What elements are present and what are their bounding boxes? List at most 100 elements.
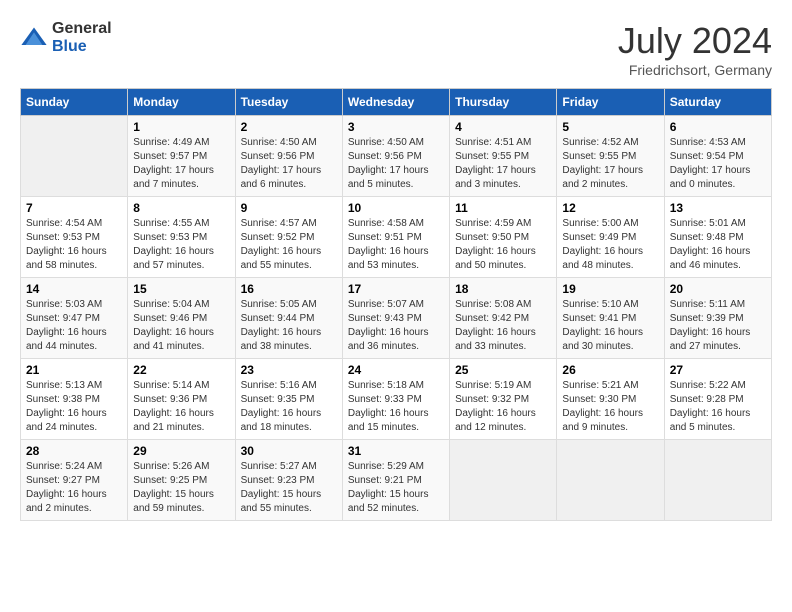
weekday-header-saturday: Saturday <box>664 89 771 116</box>
day-info: Sunrise: 4:57 AM Sunset: 9:52 PM Dayligh… <box>241 217 337 273</box>
calendar-cell: 14Sunrise: 5:03 AM Sunset: 9:47 PM Dayli… <box>21 278 128 359</box>
calendar-cell: 24 Sunrise: 5:18 AM Sunset: 9:33 PM Dayli… <box>342 359 449 440</box>
day-number: 29 <box>133 444 229 458</box>
calendar-cell: 5 Sunrise: 4:52 AM Sunset: 9:55 PM Daylig… <box>557 116 664 197</box>
day-info: Sunrise: 5:29 AM Sunset: 9:21 PM Dayligh… <box>348 460 444 516</box>
day-number: 30 <box>241 444 337 458</box>
day-info: Sunrise: 5:11 AM Sunset: 9:39 PM Dayligh… <box>670 298 766 354</box>
day-number: 31 <box>348 444 444 458</box>
calendar-cell: 22Sunrise: 5:14 AM Sunset: 9:36 PM Dayli… <box>128 359 235 440</box>
day-info: Sunrise: 5:01 AM Sunset: 9:48 PM Dayligh… <box>670 217 766 273</box>
day-number: 23 <box>241 363 337 377</box>
day-number: 5 <box>562 120 658 134</box>
calendar-cell: 21 Sunrise: 5:13 AM Sunset: 9:38 PM Dayli… <box>21 359 128 440</box>
day-number: 8 <box>133 201 229 215</box>
logo-general: General <box>52 20 112 38</box>
calendar-cell: 27Sunrise: 5:22 AM Sunset: 9:28 PM Dayli… <box>664 359 771 440</box>
day-number: 6 <box>670 120 766 134</box>
day-info: Sunrise: 5:21 AM Sunset: 9:30 PM Dayligh… <box>562 379 658 435</box>
calendar-cell: 19 Sunrise: 5:10 AM Sunset: 9:41 PM Dayli… <box>557 278 664 359</box>
day-info: Sunrise: 5:00 AM Sunset: 9:49 PM Dayligh… <box>562 217 658 273</box>
calendar-cell: 28 Sunrise: 5:24 AM Sunset: 9:27 PM Dayli… <box>21 440 128 521</box>
day-info: Sunrise: 5:13 AM Sunset: 9:38 PM Dayligh… <box>26 379 122 435</box>
calendar-cell: 6 Sunrise: 4:53 AM Sunset: 9:54 PM Daylig… <box>664 116 771 197</box>
calendar-cell <box>21 116 128 197</box>
day-info: Sunrise: 5:18 AM Sunset: 9:33 PM Dayligh… <box>348 379 444 435</box>
calendar-week-4: 21 Sunrise: 5:13 AM Sunset: 9:38 PM Dayli… <box>21 359 772 440</box>
day-info: Sunrise: 4:55 AM Sunset: 9:53 PM Dayligh… <box>133 217 229 273</box>
day-info: Sunrise: 5:19 AM Sunset: 9:32 PM Dayligh… <box>455 379 551 435</box>
day-number: 7 <box>26 201 122 215</box>
day-number: 28 <box>26 444 122 458</box>
day-number: 21 <box>26 363 122 377</box>
day-info: Sunrise: 5:16 AM Sunset: 9:35 PM Dayligh… <box>241 379 337 435</box>
day-info: Sunrise: 4:59 AM Sunset: 9:50 PM Dayligh… <box>455 217 551 273</box>
day-info: Sunrise: 4:52 AM Sunset: 9:55 PM Dayligh… <box>562 136 658 192</box>
month-title: July 2024 <box>618 20 772 62</box>
day-number: 1 <box>133 120 229 134</box>
day-info: Sunrise: 4:53 AM Sunset: 9:54 PM Dayligh… <box>670 136 766 192</box>
calendar-cell: 12 Sunrise: 5:00 AM Sunset: 9:49 PM Dayli… <box>557 197 664 278</box>
calendar-cell: 1 Sunrise: 4:49 AM Sunset: 9:57 PM Daylig… <box>128 116 235 197</box>
day-info: Sunrise: 4:50 AM Sunset: 9:56 PM Dayligh… <box>241 136 337 192</box>
weekday-header-friday: Friday <box>557 89 664 116</box>
logo-icon <box>20 24 48 52</box>
calendar-week-3: 14Sunrise: 5:03 AM Sunset: 9:47 PM Dayli… <box>21 278 772 359</box>
title-block: July 2024 Friedrichsort, Germany <box>618 20 772 78</box>
calendar-cell: 18 Sunrise: 5:08 AM Sunset: 9:42 PM Dayli… <box>450 278 557 359</box>
day-number: 25 <box>455 363 551 377</box>
day-info: Sunrise: 5:03 AM Sunset: 9:47 PM Dayligh… <box>26 298 122 354</box>
weekday-header-monday: Monday <box>128 89 235 116</box>
day-number: 24 <box>348 363 444 377</box>
day-number: 3 <box>348 120 444 134</box>
calendar-cell: 8 Sunrise: 4:55 AM Sunset: 9:53 PM Daylig… <box>128 197 235 278</box>
calendar-cell: 26Sunrise: 5:21 AM Sunset: 9:30 PM Dayli… <box>557 359 664 440</box>
day-info: Sunrise: 5:24 AM Sunset: 9:27 PM Dayligh… <box>26 460 122 516</box>
page-header: General Blue July 2024 Friedrichsort, Ge… <box>20 20 772 78</box>
day-number: 12 <box>562 201 658 215</box>
calendar-cell: 10 Sunrise: 4:58 AM Sunset: 9:51 PM Dayli… <box>342 197 449 278</box>
calendar-table: SundayMondayTuesdayWednesdayThursdayFrid… <box>20 88 772 521</box>
calendar-cell: 20 Sunrise: 5:11 AM Sunset: 9:39 PM Dayli… <box>664 278 771 359</box>
calendar-week-1: 1 Sunrise: 4:49 AM Sunset: 9:57 PM Daylig… <box>21 116 772 197</box>
calendar-cell: 13 Sunrise: 5:01 AM Sunset: 9:48 PM Dayli… <box>664 197 771 278</box>
day-number: 13 <box>670 201 766 215</box>
calendar-cell: 7 Sunrise: 4:54 AM Sunset: 9:53 PM Daylig… <box>21 197 128 278</box>
day-number: 10 <box>348 201 444 215</box>
day-info: Sunrise: 4:58 AM Sunset: 9:51 PM Dayligh… <box>348 217 444 273</box>
day-info: Sunrise: 5:08 AM Sunset: 9:42 PM Dayligh… <box>455 298 551 354</box>
day-number: 27 <box>670 363 766 377</box>
calendar-cell: 3Sunrise: 4:50 AM Sunset: 9:56 PM Daylig… <box>342 116 449 197</box>
day-number: 17 <box>348 282 444 296</box>
day-info: Sunrise: 5:10 AM Sunset: 9:41 PM Dayligh… <box>562 298 658 354</box>
day-info: Sunrise: 4:54 AM Sunset: 9:53 PM Dayligh… <box>26 217 122 273</box>
calendar-cell <box>450 440 557 521</box>
day-number: 18 <box>455 282 551 296</box>
calendar-cell: 11 Sunrise: 4:59 AM Sunset: 9:50 PM Dayli… <box>450 197 557 278</box>
day-info: Sunrise: 5:27 AM Sunset: 9:23 PM Dayligh… <box>241 460 337 516</box>
day-info: Sunrise: 5:05 AM Sunset: 9:44 PM Dayligh… <box>241 298 337 354</box>
day-number: 2 <box>241 120 337 134</box>
weekday-header-thursday: Thursday <box>450 89 557 116</box>
logo-blue: Blue <box>52 38 112 56</box>
day-number: 20 <box>670 282 766 296</box>
calendar-cell: 17 Sunrise: 5:07 AM Sunset: 9:43 PM Dayli… <box>342 278 449 359</box>
calendar-cell: 31 Sunrise: 5:29 AM Sunset: 9:21 PM Dayli… <box>342 440 449 521</box>
day-number: 22 <box>133 363 229 377</box>
day-info: Sunrise: 4:49 AM Sunset: 9:57 PM Dayligh… <box>133 136 229 192</box>
calendar-cell: 16 Sunrise: 5:05 AM Sunset: 9:44 PM Dayli… <box>235 278 342 359</box>
calendar-cell: 4Sunrise: 4:51 AM Sunset: 9:55 PM Daylig… <box>450 116 557 197</box>
calendar-cell: 23 Sunrise: 5:16 AM Sunset: 9:35 PM Dayli… <box>235 359 342 440</box>
calendar-cell: 9Sunrise: 4:57 AM Sunset: 9:52 PM Daylig… <box>235 197 342 278</box>
day-number: 16 <box>241 282 337 296</box>
day-info: Sunrise: 4:51 AM Sunset: 9:55 PM Dayligh… <box>455 136 551 192</box>
calendar-cell: 15Sunrise: 5:04 AM Sunset: 9:46 PM Dayli… <box>128 278 235 359</box>
weekday-header-wednesday: Wednesday <box>342 89 449 116</box>
day-info: Sunrise: 5:26 AM Sunset: 9:25 PM Dayligh… <box>133 460 229 516</box>
day-number: 11 <box>455 201 551 215</box>
day-info: Sunrise: 5:07 AM Sunset: 9:43 PM Dayligh… <box>348 298 444 354</box>
calendar-cell <box>557 440 664 521</box>
calendar-week-5: 28 Sunrise: 5:24 AM Sunset: 9:27 PM Dayli… <box>21 440 772 521</box>
day-number: 19 <box>562 282 658 296</box>
calendar-week-2: 7 Sunrise: 4:54 AM Sunset: 9:53 PM Daylig… <box>21 197 772 278</box>
